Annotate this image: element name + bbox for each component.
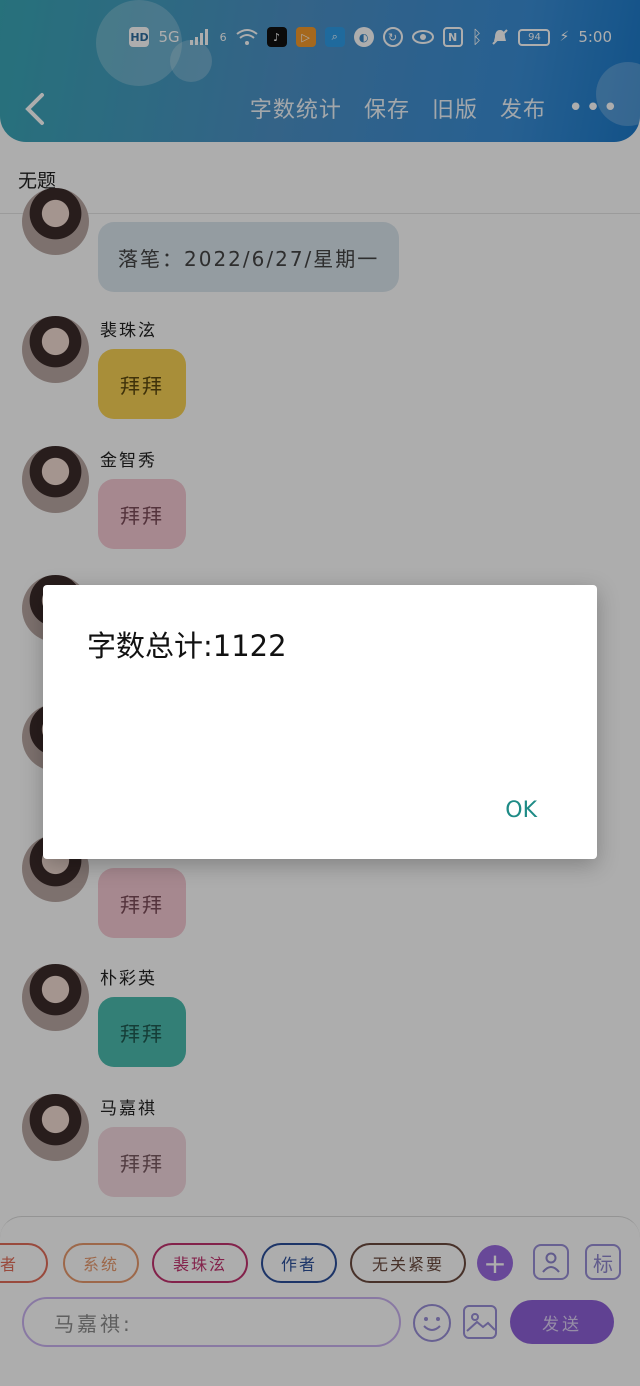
- dialog-message: 字数总计:1122: [87, 629, 287, 663]
- ok-button[interactable]: OK: [505, 798, 537, 823]
- word-count-dialog: 字数总计:1122 OK: [43, 585, 597, 859]
